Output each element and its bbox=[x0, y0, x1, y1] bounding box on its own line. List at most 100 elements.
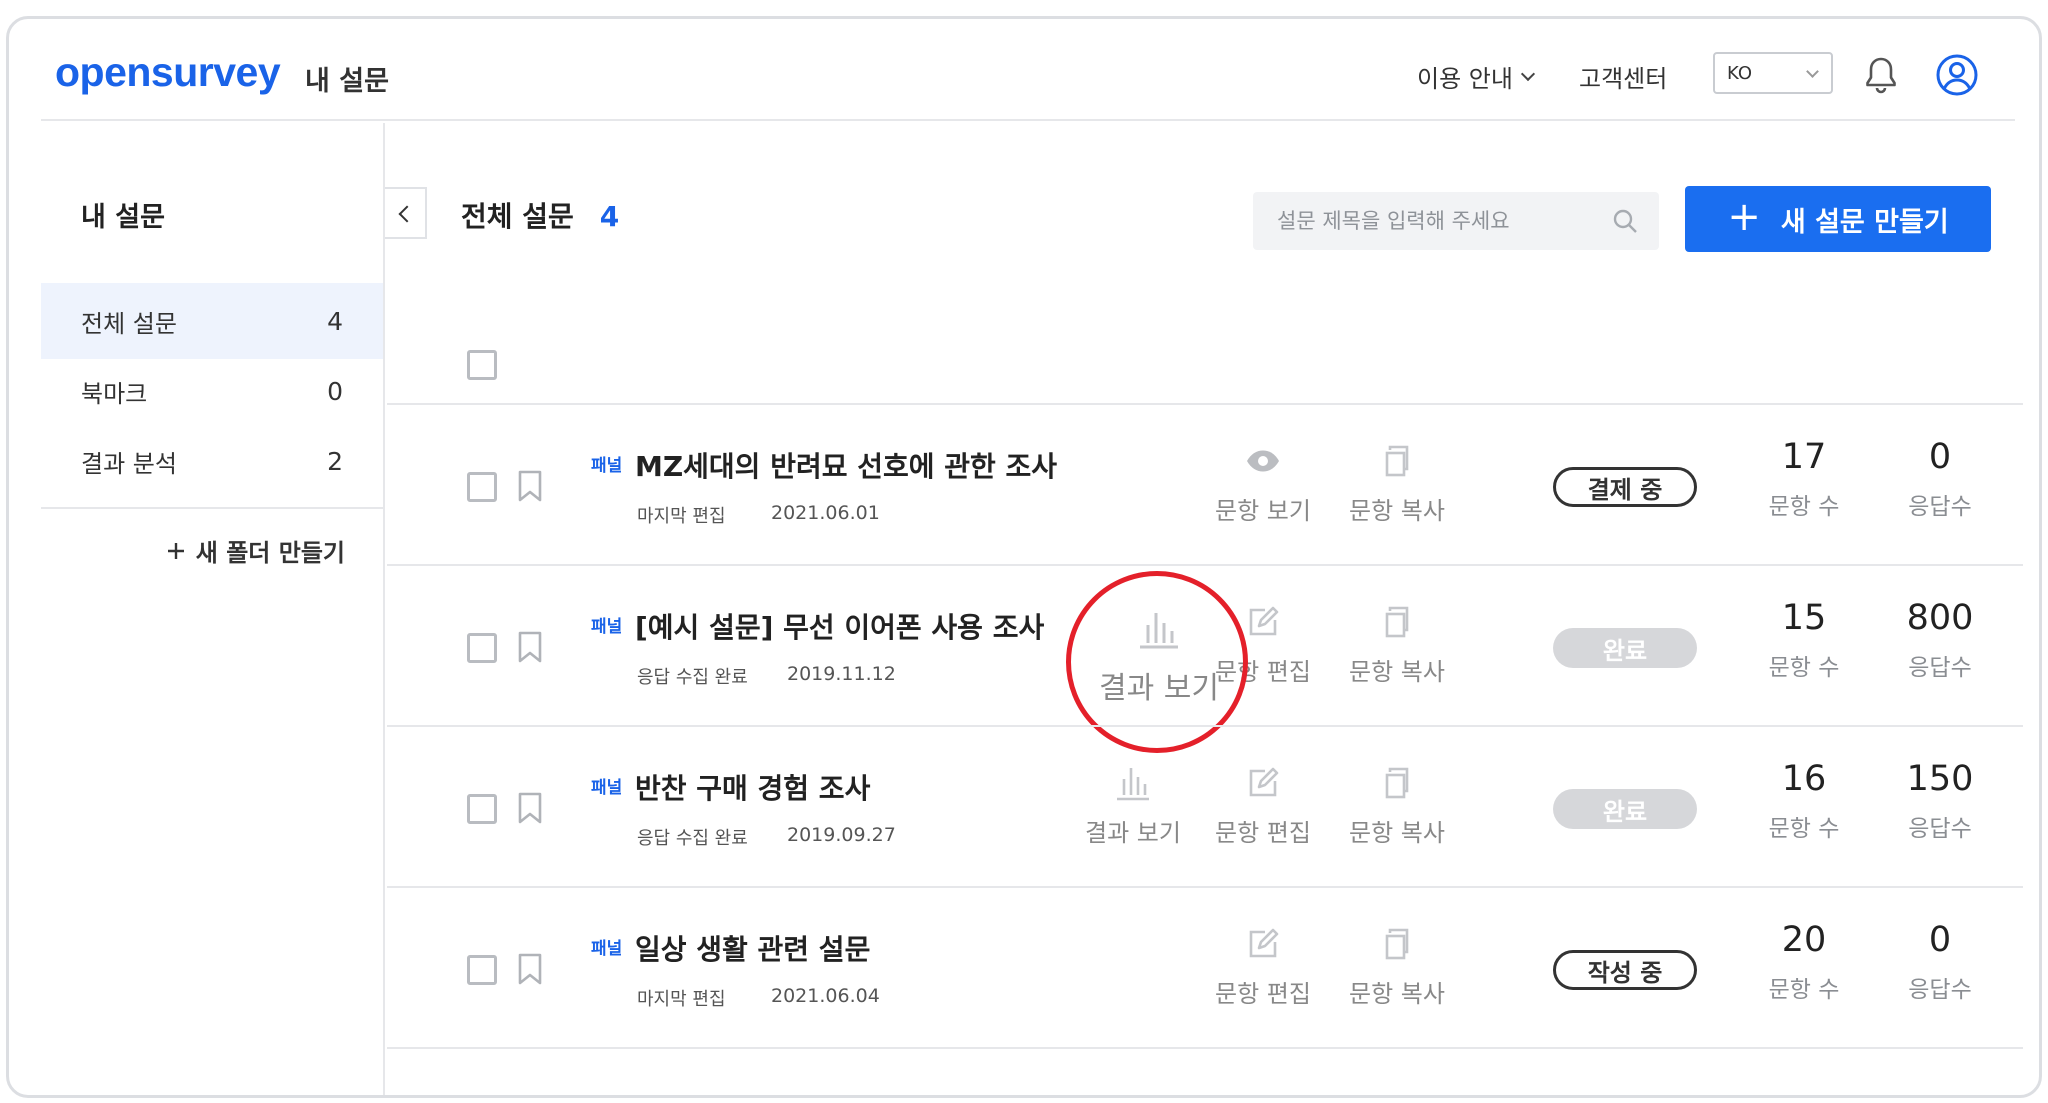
copy-questions-label: 문항 복사 bbox=[1349, 980, 1445, 1008]
new-survey-label: 새 설문 만들기 bbox=[1780, 206, 1949, 238]
user-avatar-icon[interactable] bbox=[1935, 53, 1979, 97]
header-title: 내 설문 bbox=[305, 66, 389, 97]
language-value: KO bbox=[1727, 63, 1752, 84]
response-count-label: 응답수 bbox=[1908, 977, 1972, 1003]
bookmark-icon[interactable] bbox=[517, 791, 543, 825]
nav-support[interactable]: 고객센터 bbox=[1579, 59, 1667, 94]
logo[interactable]: opensurvey bbox=[55, 49, 281, 96]
question-count-label: 문항 수 bbox=[1768, 494, 1840, 520]
survey-row[interactable]: 패널 일상 생활 관련 설문 마지막 편집 2021.06.04 문항 편집 문… bbox=[387, 886, 2023, 1046]
question-count-value: 16 bbox=[1781, 759, 1827, 799]
edit-questions-button[interactable]: 문항 편집 bbox=[1203, 763, 1323, 848]
edit-questions-button[interactable]: 문항 편집 bbox=[1203, 924, 1323, 1009]
panel-tag: 패널 bbox=[591, 778, 623, 798]
sidebar-divider bbox=[41, 507, 383, 509]
nav-guide-label: 이용 안내 bbox=[1417, 65, 1513, 93]
response-count-label: 응답수 bbox=[1908, 816, 1972, 842]
sidebar-item-analysis[interactable]: 결과 분석 2 bbox=[41, 423, 383, 499]
survey-title[interactable]: 반찬 구매 경험 조사 bbox=[635, 767, 870, 807]
app-window: opensurvey 내 설문 이용 안내 고객센터 KO 내 설문 전체 설문… bbox=[6, 16, 2042, 1098]
response-count-label: 응답수 bbox=[1908, 494, 1972, 520]
search-icon[interactable] bbox=[1611, 207, 1639, 235]
sidebar-item-label: 결과 분석 bbox=[81, 449, 177, 478]
survey-meta: 마지막 편집 bbox=[637, 989, 726, 1010]
top-header: opensurvey 내 설문 이용 안내 고객센터 KO bbox=[41, 19, 2015, 121]
question-count-label: 문항 수 bbox=[1768, 655, 1840, 681]
plus-icon: + bbox=[1727, 194, 1761, 240]
survey-row[interactable]: 패널 MZ세대의 반려묘 선호에 관한 조사 마지막 편집 2021.06.01… bbox=[387, 403, 2023, 563]
survey-title[interactable]: MZ세대의 반려묘 선호에 관한 조사 bbox=[635, 445, 1057, 485]
new-folder-label: 새 폴더 만들기 bbox=[195, 539, 345, 567]
new-survey-button[interactable]: + 새 설문 만들기 bbox=[1685, 186, 1991, 252]
edit-icon bbox=[1249, 767, 1279, 797]
nav-guide[interactable]: 이용 안내 bbox=[1417, 59, 1536, 94]
panel-tag: 패널 bbox=[591, 456, 623, 476]
bell-icon[interactable] bbox=[1859, 53, 1903, 97]
status-badge: 결제 중 bbox=[1553, 467, 1697, 507]
sidebar-title: 내 설문 bbox=[81, 202, 165, 233]
row-checkbox[interactable] bbox=[467, 955, 497, 985]
row-checkbox[interactable] bbox=[467, 633, 497, 663]
chevron-down-icon bbox=[1806, 65, 1819, 78]
sidebar-item-count: 4 bbox=[327, 306, 343, 336]
language-select[interactable]: KO bbox=[1713, 52, 1833, 94]
survey-title[interactable]: [예시 설문] 무선 이어폰 사용 조사 bbox=[635, 606, 1044, 646]
copy-questions-label: 문항 복사 bbox=[1349, 497, 1445, 525]
copy-icon bbox=[1385, 928, 1409, 960]
view-questions-button[interactable]: 문항 보기 bbox=[1203, 441, 1323, 526]
copy-icon bbox=[1385, 767, 1409, 799]
bar-chart-icon bbox=[1117, 768, 1149, 801]
chevron-down-icon bbox=[1520, 66, 1536, 81]
response-count-value: 0 bbox=[1928, 920, 1952, 960]
question-count-stat: 15 문항 수 bbox=[1744, 598, 1864, 682]
question-count-label: 문항 수 bbox=[1768, 977, 1840, 1003]
search-input[interactable] bbox=[1253, 192, 1659, 250]
copy-questions-button[interactable]: 문항 복사 bbox=[1337, 602, 1457, 687]
survey-meta: 응답 수집 완료 bbox=[637, 828, 748, 849]
panel-tag: 패널 bbox=[591, 617, 623, 637]
list-bottom-divider bbox=[387, 1047, 2023, 1049]
copy-questions-button[interactable]: 문항 복사 bbox=[1337, 441, 1457, 526]
page-title-count: 4 bbox=[599, 200, 620, 233]
sidebar-item-all[interactable]: 전체 설문 4 bbox=[41, 283, 383, 359]
sidebar-item-count: 2 bbox=[327, 446, 343, 476]
sidebar-item-bookmark[interactable]: 북마크 0 bbox=[41, 353, 383, 429]
plus-icon bbox=[167, 542, 184, 559]
bookmark-icon[interactable] bbox=[517, 952, 543, 986]
edit-icon bbox=[1249, 928, 1279, 958]
response-count-label: 응답수 bbox=[1908, 655, 1972, 681]
response-count-value: 800 bbox=[1906, 598, 1974, 638]
status-badge: 작성 중 bbox=[1553, 950, 1697, 990]
status-badge: 완료 bbox=[1553, 628, 1697, 668]
copy-questions-label: 문항 복사 bbox=[1349, 819, 1445, 847]
row-checkbox[interactable] bbox=[467, 472, 497, 502]
survey-meta: 마지막 편집 bbox=[637, 506, 726, 527]
view-questions-label: 문항 보기 bbox=[1215, 497, 1311, 525]
bookmark-icon[interactable] bbox=[517, 630, 543, 664]
copy-icon bbox=[1385, 606, 1409, 638]
response-count-value: 0 bbox=[1928, 437, 1952, 477]
new-folder-button[interactable]: 새 폴더 만들기 bbox=[166, 533, 345, 568]
question-count-stat: 20 문항 수 bbox=[1744, 920, 1864, 1004]
question-count-value: 17 bbox=[1781, 437, 1827, 477]
question-count-value: 20 bbox=[1781, 920, 1827, 960]
response-count-stat: 150 응답수 bbox=[1880, 759, 2000, 843]
sidebar-item-count: 0 bbox=[327, 376, 343, 406]
survey-date: 2021.06.04 bbox=[771, 985, 880, 1007]
edit-icon bbox=[1249, 606, 1279, 636]
bookmark-icon[interactable] bbox=[517, 469, 543, 503]
survey-row[interactable]: 패널 반찬 구매 경험 조사 응답 수집 완료 2019.09.27 결과 보기… bbox=[387, 725, 2023, 885]
view-results-button[interactable]: 결과 보기 bbox=[1073, 763, 1193, 848]
select-all-checkbox[interactable] bbox=[467, 350, 497, 380]
question-count-label: 문항 수 bbox=[1768, 816, 1840, 842]
sidebar-item-label: 북마크 bbox=[81, 379, 148, 408]
panel-tag: 패널 bbox=[591, 939, 623, 959]
question-count-stat: 17 문항 수 bbox=[1744, 437, 1864, 521]
page-title-label: 전체 설문 bbox=[461, 200, 574, 233]
survey-title[interactable]: 일상 생활 관련 설문 bbox=[635, 928, 870, 968]
copy-icon bbox=[1385, 445, 1409, 477]
sidebar-collapse-button[interactable] bbox=[385, 187, 427, 239]
row-checkbox[interactable] bbox=[467, 794, 497, 824]
copy-questions-button[interactable]: 문항 복사 bbox=[1337, 763, 1457, 848]
copy-questions-button[interactable]: 문항 복사 bbox=[1337, 924, 1457, 1009]
